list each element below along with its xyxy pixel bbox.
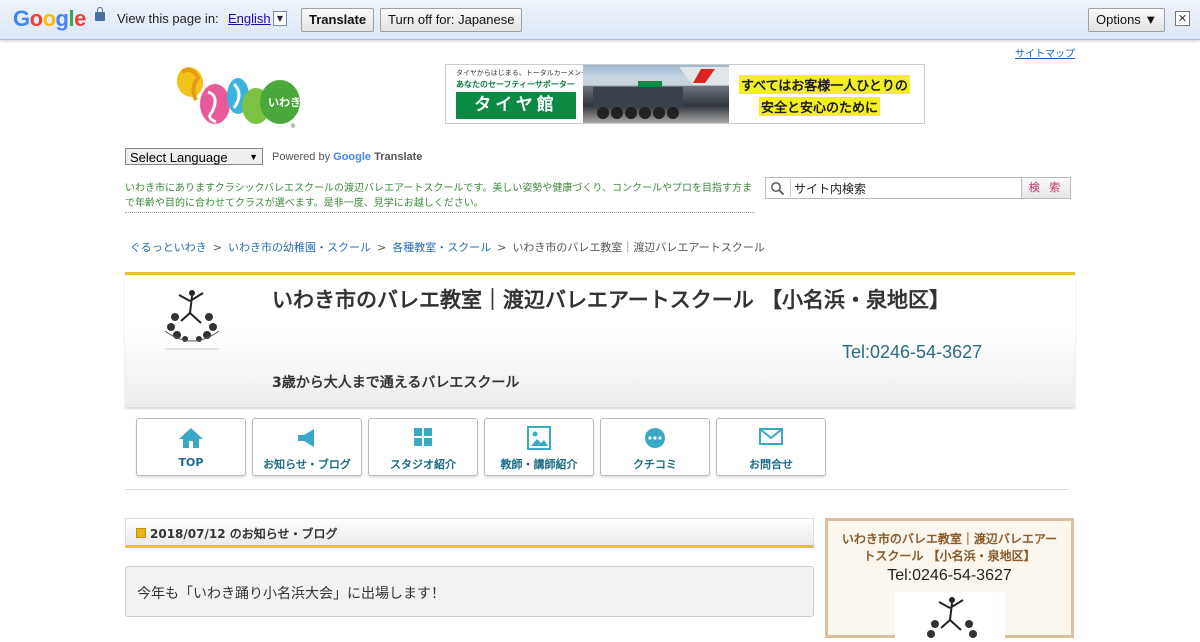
sidebar-school-name: いわき市のバレエ教室｜渡辺バレエアートスクール 【小名浜・泉地区】 [841,532,1058,563]
banner-right: すべてはお客様一人ひとりの 安全と安心のために [729,65,924,123]
title-block: いわき市のバレエ教室｜渡辺バレエアートスクール 【小名浜・泉地区】 Tel:02… [125,272,1075,407]
post-title[interactable]: 今年も「いわき踊り小名浜大会」に出場します！ [137,583,445,603]
chat-icon [645,428,665,448]
language-link[interactable]: English [228,11,271,26]
banner-store-photo [583,65,729,123]
turn-off-button[interactable]: Turn off for: Japanese [380,8,523,32]
breadcrumb-current: いわき市のバレエ教室｜渡辺バレエアートスクール [512,241,765,254]
search-icon [771,182,785,196]
nav-news-blog[interactable]: お知らせ・ブログ [252,418,362,476]
site-logo[interactable]: いわき ® [170,62,310,132]
nav-label: スタジオ紹介 [390,458,456,471]
banner-brand: タイヤ館 [456,92,576,119]
page-subtitle: 3歳から大人まで通えるバレエスクール [272,375,520,391]
mail-icon [759,428,783,445]
phone-number[interactable]: Tel:0246-54-3627 [842,342,982,363]
search-input[interactable] [790,179,1027,197]
nav-teachers[interactable]: 教師・講師紹介 [484,418,594,476]
arrow-icon [136,528,146,538]
breadcrumb: ぐるっといわき > いわき市の幼稚園・スクール > 各種教室・スクール > いわき市のバレエ… [130,239,765,255]
banner-supporter-text: あなたのセーフティーサポーター [456,80,575,89]
banner-left: タイヤからはじまる、トータルカーメンテナンス あなたのセーフティーサポーター タ… [446,65,609,123]
grid-icon [414,428,432,446]
breadcrumb-separator: > [377,241,387,254]
divider [125,489,1069,490]
svg-text:いわき: いわき [268,96,301,109]
nav-contact[interactable]: お問合せ [716,418,826,476]
language-select[interactable]: Select Language ▼ [125,148,263,165]
nav-label: 教師・講師紹介 [500,458,578,471]
options-button[interactable]: Options ▼ [1088,8,1166,32]
sidebar-phone[interactable]: Tel:0246-54-3627 [828,567,1071,585]
nav-reviews[interactable]: クチコミ [600,418,710,476]
google-logo: Google [13,6,86,31]
banner-headline-1: すべてはお客様一人ひとりの [739,75,910,94]
sidebar-emblem-logo [895,592,1005,642]
nav-label: クチコミ [633,458,677,471]
breadcrumb-item[interactable]: いわき市の幼稚園・スクール [228,241,371,254]
nav-studio[interactable]: スタジオ紹介 [368,418,478,476]
svg-text:®: ® [290,123,296,130]
search-button[interactable]: 検 索 [1021,178,1070,198]
picture-icon [527,426,551,450]
breadcrumb-separator: > [212,241,222,254]
megaphone-icon [298,429,314,447]
school-emblem-logo[interactable] [135,287,245,355]
chevron-down-icon: ▼ [249,152,258,162]
post-section-title: 2018/07/12 のお知らせ・ブログ [150,527,338,541]
google-mini-logo: Google [333,151,372,163]
google-translate-bar: Google View this page in: English ▼ Tran… [0,0,1200,40]
intro-text: いわき市にありますクラシックバレエスクールの渡辺バレエアートスクールです。美しい… [125,181,755,213]
sitemap-link[interactable]: サイトマップ [1015,45,1075,60]
post-section-header: 2018/07/12 のお知らせ・ブログ [125,518,814,548]
sidebar-info-box: いわき市のバレエ教室｜渡辺バレエアートスクール 【小名浜・泉地区】 Tel:02… [825,518,1074,642]
close-icon[interactable]: ✕ [1175,11,1190,26]
nav-label: お問合せ [749,458,793,471]
breadcrumb-item[interactable]: 各種教室・スクール [392,241,491,254]
lock-icon [95,7,105,21]
breadcrumb-separator: > [497,241,507,254]
translate-button[interactable]: Translate [301,8,375,32]
nav-top[interactable]: TOP [136,418,246,476]
post-item[interactable]: 今年も「いわき踊り小名浜大会」に出場します！ [125,566,814,617]
nav-label: TOP [178,456,204,469]
nav-label: お知らせ・ブログ [263,458,351,471]
breadcrumb-item[interactable]: ぐるっといわき [130,241,207,254]
home-icon [179,428,203,448]
powered-by-google-translate: Powered by Google Translate [272,151,423,163]
site-search: 検 索 [765,177,1071,199]
banner-headline-2: 安全と安心のために [759,97,881,116]
tire-shop-banner[interactable]: タイヤからはじまる、トータルカーメンテナンス あなたのセーフティーサポーター タ… [445,64,925,124]
language-dropdown-icon[interactable]: ▼ [273,11,287,26]
view-page-label: View this page in: [117,11,219,26]
page-title: いわき市のバレエ教室｜渡辺バレエアートスクール 【小名浜・泉地区】 [272,288,951,312]
